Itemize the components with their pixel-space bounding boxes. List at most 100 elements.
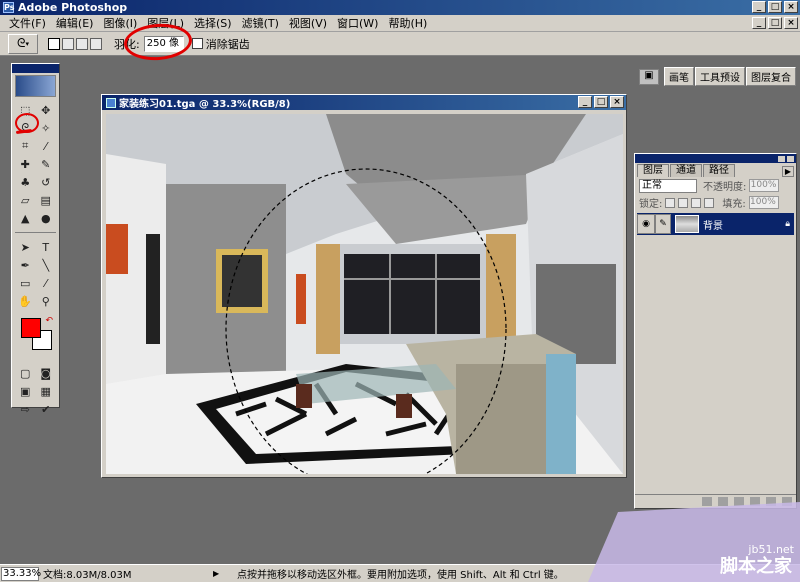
menu-help[interactable]: 帮助(H) bbox=[383, 15, 432, 31]
layer-thumbnail bbox=[675, 215, 699, 233]
screen-mode-full-icon[interactable]: ▦ bbox=[36, 382, 57, 400]
path-selection-tool-icon[interactable]: ➤ bbox=[15, 238, 36, 256]
foreground-color-swatch[interactable] bbox=[21, 318, 41, 338]
jump-to-imageready-icon[interactable]: ⇨ bbox=[15, 400, 36, 418]
lock-transparency-toggle[interactable] bbox=[665, 197, 676, 208]
menu-select[interactable]: 选择(S) bbox=[189, 15, 237, 31]
move-tool-icon[interactable]: ✥ bbox=[36, 101, 57, 119]
palette-close-icon[interactable] bbox=[787, 155, 794, 162]
document-title-bar[interactable]: 家装练习01.tga @ 33.3%(RGB/8) _ □ × bbox=[102, 95, 626, 110]
doc-minimize-button[interactable]: _ bbox=[752, 17, 766, 29]
fill-field[interactable]: 100% bbox=[748, 196, 779, 209]
document-window: 家装练习01.tga @ 33.3%(RGB/8) _ □ × bbox=[101, 94, 627, 478]
document-maximize-button[interactable]: □ bbox=[594, 96, 608, 108]
menu-bar: 文件(F) 编辑(E) 图像(I) 图层(L) 选择(S) 滤镜(T) 视图(V… bbox=[0, 15, 800, 32]
brush-tool-icon[interactable]: ✎ bbox=[36, 155, 57, 173]
selection-mode-group bbox=[48, 37, 102, 50]
document-minimize-button[interactable]: _ bbox=[578, 96, 592, 108]
status-menu-arrow-icon[interactable]: ▶ bbox=[213, 569, 225, 578]
watermark-name: 脚本之家 bbox=[720, 556, 792, 577]
lock-label: 锁定: bbox=[639, 199, 663, 210]
menu-file[interactable]: 文件(F) bbox=[4, 15, 51, 31]
document-close-button[interactable]: × bbox=[610, 96, 624, 108]
layer-lock-icon: 🔒︎ bbox=[785, 219, 790, 229]
lock-pixels-toggle[interactable] bbox=[678, 197, 689, 208]
restore-button[interactable]: □ bbox=[768, 1, 782, 13]
file-browser-icon[interactable]: ▣ bbox=[639, 68, 659, 85]
hand-tool-icon[interactable]: ✋ bbox=[15, 292, 36, 310]
photoshop-app-icon: Ps bbox=[3, 2, 15, 13]
layers-palette: 图层 通道 路径 ▶ 正常 不透明度: 100% 锁定: 填充: 100% ◉ … bbox=[634, 153, 797, 509]
clone-stamp-tool-icon[interactable]: ♣ bbox=[15, 173, 36, 191]
add-selection-button[interactable] bbox=[62, 37, 74, 50]
antialias-label: 消除锯齿 bbox=[205, 37, 250, 51]
zoom-field[interactable]: 33.33% bbox=[1, 566, 41, 581]
eraser-tool-icon[interactable]: ▱ bbox=[15, 191, 36, 209]
opacity-field[interactable]: 100% bbox=[749, 179, 780, 192]
slice-tool-icon[interactable]: ⁄ bbox=[36, 137, 57, 155]
history-brush-tool-icon[interactable]: ↺ bbox=[36, 173, 57, 191]
tab-paths[interactable]: 路径 bbox=[703, 164, 735, 177]
tab-layers[interactable]: 图层 bbox=[637, 164, 669, 177]
lasso-icon: ᘓ bbox=[17, 36, 26, 50]
palette-minimize-icon[interactable] bbox=[778, 155, 785, 162]
screen-mode-standard-icon[interactable]: ▣ bbox=[15, 382, 36, 400]
options-bar: ᘓ ▾ 羽化: 250 像 消除锯齿 ▣ 画笔 工具预设 图层复合 bbox=[0, 32, 800, 86]
lock-all-toggle[interactable] bbox=[704, 197, 715, 208]
status-hint: 点按并拖移以移动选区外框。要用附加选项，使用 Shift、Alt 和 Ctrl … bbox=[237, 570, 564, 581]
zoom-tool-icon[interactable]: ⚲ bbox=[36, 292, 57, 310]
layer-brush-icon: ✎ bbox=[655, 214, 671, 234]
fill-label: 填充: bbox=[722, 199, 746, 210]
blur-tool-icon[interactable]: ▲ bbox=[15, 209, 36, 227]
layers-palette-header[interactable] bbox=[635, 154, 796, 163]
palette-menu-arrow-icon[interactable]: ▶ bbox=[782, 166, 794, 177]
new-selection-button[interactable] bbox=[48, 37, 60, 50]
type-tool-icon[interactable]: T bbox=[36, 238, 57, 256]
layer-row[interactable]: ◉ ✎ 背景 🔒︎ bbox=[637, 213, 794, 235]
lock-position-toggle[interactable] bbox=[691, 197, 702, 208]
document-canvas[interactable] bbox=[106, 114, 623, 474]
tab-channels[interactable]: 通道 bbox=[670, 164, 702, 177]
document-title: 家装练习01.tga @ 33.3%(RGB/8) bbox=[119, 99, 291, 110]
toolbox-header bbox=[12, 64, 59, 73]
visibility-eye-icon[interactable]: ◉ bbox=[637, 214, 655, 234]
quick-mask-mode-icon[interactable]: ◙ bbox=[36, 364, 57, 382]
palette-tab-layer-comps[interactable]: 图层复合 bbox=[746, 67, 796, 86]
living-room-render bbox=[106, 114, 623, 474]
close-button[interactable]: × bbox=[784, 1, 798, 13]
gradient-tool-icon[interactable]: ▤ bbox=[36, 191, 57, 209]
palette-tab-brushes[interactable]: 画笔 bbox=[664, 67, 694, 86]
menu-view[interactable]: 视图(V) bbox=[284, 15, 332, 31]
menu-filter[interactable]: 滤镜(T) bbox=[237, 15, 284, 31]
palette-tab-tool-presets[interactable]: 工具预设 bbox=[695, 67, 745, 86]
crop-tool-icon[interactable]: ⌗ bbox=[15, 137, 36, 155]
menu-edit[interactable]: 编辑(E) bbox=[51, 15, 99, 31]
minimize-button[interactable]: _ bbox=[752, 1, 766, 13]
shape-tool-icon[interactable]: ╲ bbox=[36, 256, 57, 274]
intersect-selection-button[interactable] bbox=[90, 37, 102, 50]
notes-tool-icon[interactable]: ▭ bbox=[15, 274, 36, 292]
standard-mode-icon[interactable]: ▢ bbox=[15, 364, 36, 382]
imageready-check-icon[interactable]: ✔ bbox=[36, 400, 57, 418]
color-swatches: ↶ bbox=[18, 316, 53, 358]
doc-restore-button[interactable]: □ bbox=[768, 17, 782, 29]
dodge-tool-icon[interactable]: ● bbox=[36, 209, 57, 227]
pen-tool-icon[interactable]: ✒ bbox=[15, 256, 36, 274]
adobe-feather-logo[interactable] bbox=[15, 75, 56, 97]
layer-name: 背景 bbox=[703, 220, 723, 232]
app-title: Adobe Photoshop bbox=[18, 1, 128, 14]
blend-mode-select[interactable]: 正常 bbox=[639, 178, 697, 193]
swap-colors-icon[interactable]: ↶ bbox=[45, 316, 53, 326]
opacity-label: 不透明度: bbox=[703, 182, 747, 193]
document-size: 文档:8.03M/8.03M bbox=[43, 570, 132, 581]
subtract-selection-button[interactable] bbox=[76, 37, 88, 50]
tool-preset-picker[interactable]: ᘓ ▾ bbox=[8, 33, 38, 54]
app-title-bar: Ps Adobe Photoshop _ □ × bbox=[0, 0, 800, 15]
menu-window[interactable]: 窗口(W) bbox=[332, 15, 383, 31]
antialias-checkbox[interactable] bbox=[191, 38, 203, 49]
doc-close-button[interactable]: × bbox=[784, 17, 798, 29]
document-icon bbox=[106, 97, 116, 108]
eyedropper-tool-icon[interactable]: ⁄ bbox=[36, 274, 57, 292]
healing-brush-tool-icon[interactable]: ✚ bbox=[15, 155, 36, 173]
watermark: jb51.net 脚本之家 bbox=[588, 502, 800, 582]
